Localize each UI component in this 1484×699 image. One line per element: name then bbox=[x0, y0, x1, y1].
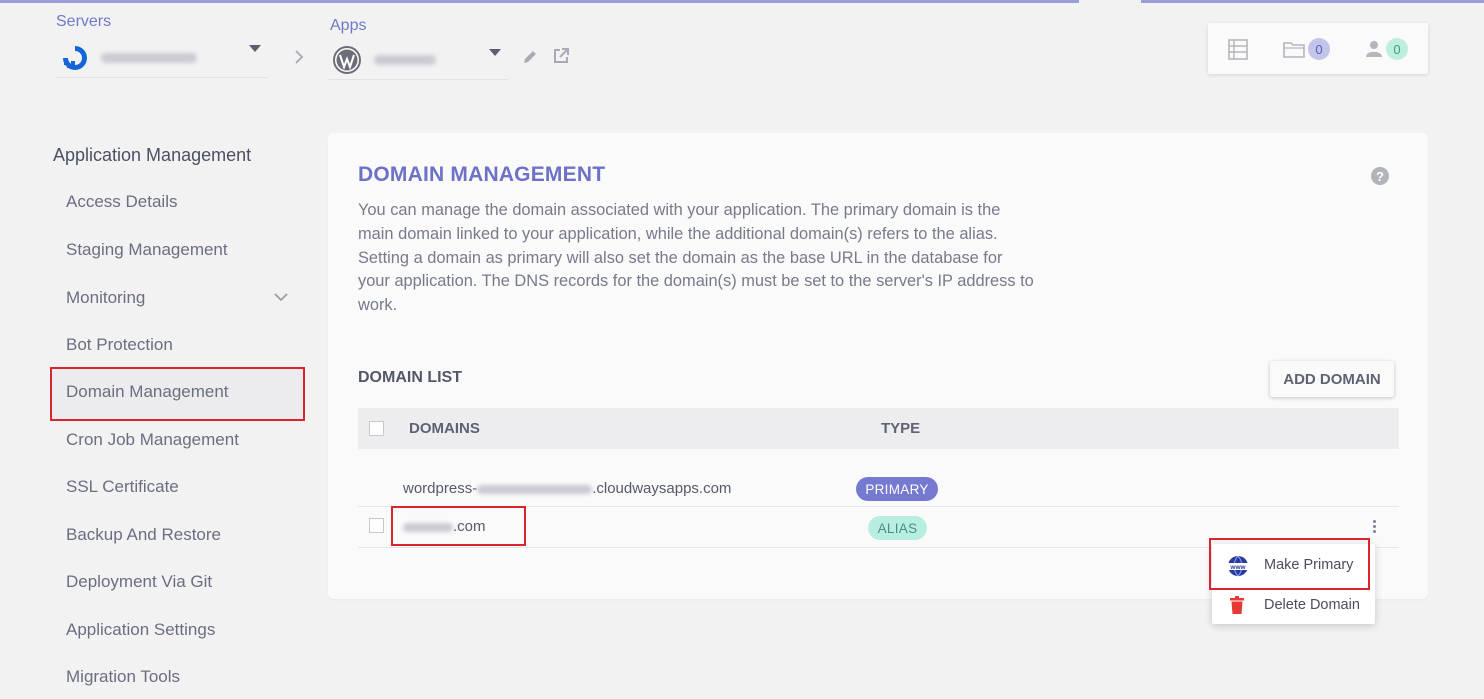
domain-blurred bbox=[477, 484, 593, 494]
server-list-icon[interactable] bbox=[1228, 39, 1248, 60]
table-row-domain: .com bbox=[403, 518, 486, 535]
table-header: DOMAINS TYPE bbox=[358, 408, 1399, 449]
top-accent-gap bbox=[1079, 0, 1141, 3]
server-selector[interactable] bbox=[56, 38, 268, 78]
team-count-badge: 0 bbox=[1386, 38, 1408, 60]
alias-badge: ALIAS bbox=[868, 516, 927, 540]
digitalocean-icon bbox=[63, 45, 87, 70]
sidebar-item-deployment-via-git[interactable]: Deployment Via Git bbox=[66, 572, 212, 592]
domain-suffix: .cloudwaysapps.com bbox=[592, 480, 732, 497]
column-header-domains: DOMAINS bbox=[409, 420, 480, 437]
row-checkbox[interactable] bbox=[369, 518, 384, 533]
wordpress-icon bbox=[333, 45, 361, 74]
sidebar-item-cron-job-management[interactable]: Cron Job Management bbox=[66, 430, 239, 450]
app-name-blurred bbox=[374, 54, 436, 65]
row-more-options-icon[interactable] bbox=[1373, 520, 1377, 534]
sidebar-item-migration-tools[interactable]: Migration Tools bbox=[66, 667, 180, 687]
sidebar-item-bot-protection[interactable]: Bot Protection bbox=[66, 335, 173, 355]
add-domain-button[interactable]: ADD DOMAIN bbox=[1270, 361, 1394, 397]
delete-domain-menu-item[interactable]: Delete Domain bbox=[1264, 597, 1360, 613]
sidebar-item-monitoring[interactable]: Monitoring bbox=[66, 288, 145, 308]
page-title: DOMAIN MANAGEMENT bbox=[358, 163, 606, 186]
chevron-down-icon[interactable] bbox=[273, 291, 289, 303]
top-accent-line bbox=[0, 0, 1484, 3]
sidebar-item-application-settings[interactable]: Application Settings bbox=[66, 620, 215, 640]
domain-list-title: DOMAIN LIST bbox=[358, 369, 462, 386]
app-selector[interactable] bbox=[328, 40, 508, 80]
primary-badge: PRIMARY bbox=[856, 477, 938, 501]
apps-label: Apps bbox=[330, 17, 367, 34]
sidebar-item-domain-management[interactable]: Domain Management bbox=[66, 382, 229, 402]
caret-down-icon bbox=[249, 45, 261, 52]
servers-label: Servers bbox=[56, 13, 112, 30]
domain-suffix: .com bbox=[453, 518, 486, 535]
www-globe-icon: www bbox=[1227, 555, 1249, 577]
sidebar-item-backup-and-restore[interactable]: Backup And Restore bbox=[66, 525, 221, 545]
sidebar-item-staging-management[interactable]: Staging Management bbox=[66, 240, 228, 260]
header-actions-card: 0 0 bbox=[1208, 23, 1428, 74]
user-icon[interactable] bbox=[1366, 40, 1382, 58]
folder-icon[interactable] bbox=[1283, 40, 1305, 58]
caret-down-icon bbox=[489, 49, 501, 56]
select-all-checkbox[interactable] bbox=[369, 421, 384, 436]
trash-icon bbox=[1230, 596, 1244, 614]
domain-blurred bbox=[403, 522, 453, 532]
help-icon[interactable]: ? bbox=[1371, 167, 1389, 185]
make-primary-menu-item[interactable]: Make Primary bbox=[1264, 557, 1353, 573]
column-header-type: TYPE bbox=[881, 420, 921, 437]
sidebar-item-access-details[interactable]: Access Details bbox=[66, 192, 177, 212]
domain-prefix: wordpress- bbox=[403, 480, 478, 497]
server-name-blurred bbox=[101, 52, 197, 63]
pencil-edit-icon[interactable] bbox=[522, 49, 538, 65]
notification-count-badge: 0 bbox=[1308, 38, 1330, 60]
table-row-domain: wordpress- .cloudwaysapps.com bbox=[403, 480, 731, 497]
sidebar-item-ssl-certificate[interactable]: SSL Certificate bbox=[66, 477, 179, 497]
chevron-right-icon bbox=[295, 50, 304, 64]
page-description: You can manage the domain associated wit… bbox=[358, 201, 1034, 315]
sidebar-title: Application Management bbox=[53, 145, 252, 165]
svg-text:www: www bbox=[1229, 564, 1246, 571]
external-link-icon[interactable] bbox=[552, 47, 570, 65]
